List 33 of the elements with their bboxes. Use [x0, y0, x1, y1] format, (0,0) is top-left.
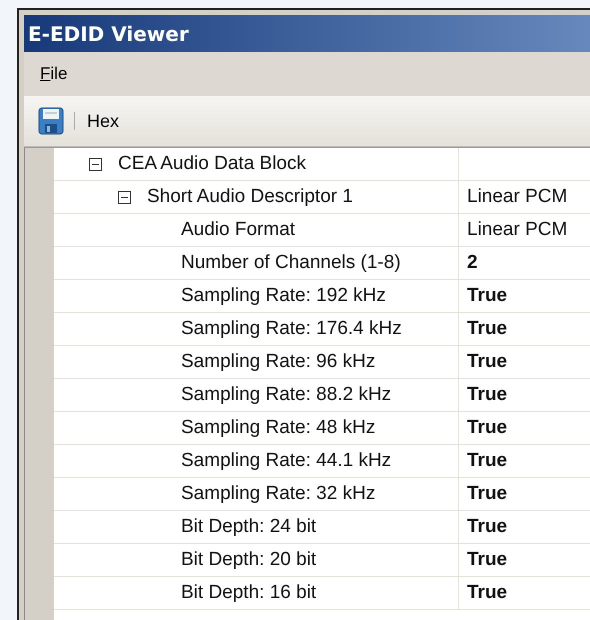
property-name: Sampling Rate: 88.2 kHz: [181, 384, 392, 406]
property-name: Sampling Rate: 48 kHz: [181, 417, 376, 439]
property-name: Sampling Rate: 176.4 kHz: [181, 318, 402, 340]
property-value: True: [467, 516, 508, 538]
save-icon[interactable]: [38, 107, 64, 135]
property-name: CEA Audio Data Block: [118, 153, 306, 175]
collapse-icon[interactable]: [89, 158, 102, 170]
property-value: True: [467, 450, 508, 472]
property-value: True: [467, 582, 508, 604]
collapse-icon[interactable]: [118, 190, 131, 204]
property-value: Linear PCM: [467, 219, 568, 241]
window-title: E-EDID Viewer: [28, 22, 189, 46]
property-name: Short Audio Descriptor 1: [147, 186, 353, 208]
property-name: Sampling Rate: 44.1 kHz: [181, 450, 392, 472]
property-value: True: [467, 351, 508, 373]
menu-item[interactable]: File: [40, 64, 68, 84]
hex-button[interactable]: Hex: [85, 108, 122, 134]
property-value: Linear PCM: [467, 186, 568, 208]
property-name: Number of Channels (1-8): [181, 252, 401, 274]
property-value: True: [467, 417, 508, 439]
property-name: Sampling Rate: 32 kHz: [181, 483, 376, 505]
property-name: Bit Depth: 20 bit: [181, 549, 316, 571]
property-name: Audio Format: [181, 219, 296, 241]
property-name: Bit Depth: 16 bit: [181, 582, 316, 604]
property-name: Bit Depth: 24 bit: [181, 516, 316, 538]
property-value: True: [467, 483, 508, 505]
property-name: Sampling Rate: 192 kHz: [181, 285, 386, 307]
property-value: 2: [467, 252, 478, 274]
property-value: True: [467, 384, 508, 406]
property-name: Sampling Rate: 96 kHz: [181, 351, 376, 373]
property-value: True: [467, 285, 508, 307]
property-value: True: [467, 318, 508, 340]
property-value: True: [467, 549, 508, 571]
